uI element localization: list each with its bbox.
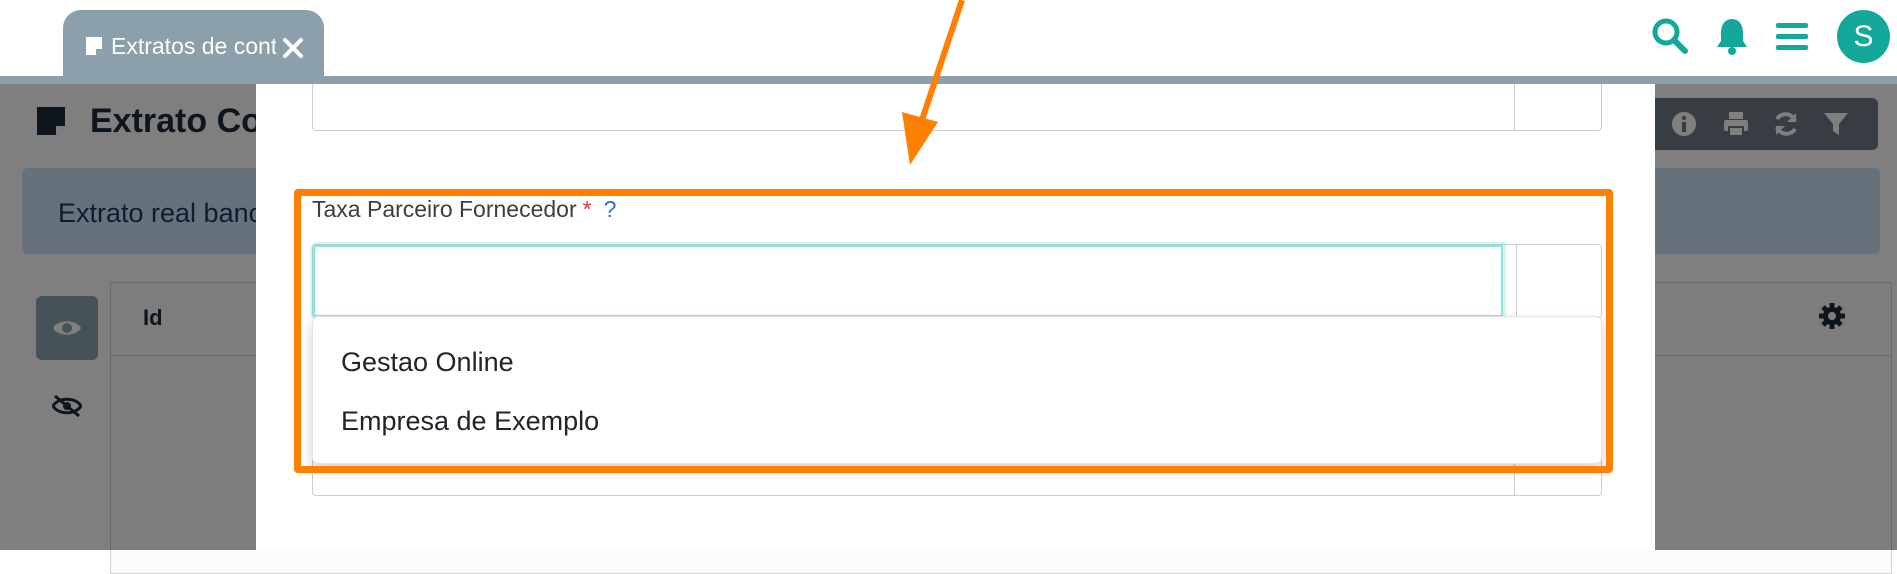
- field-label-text: Taxa Parceiro Fornecedor: [312, 196, 577, 222]
- dropdown-option-empresa-de-exemplo[interactable]: Empresa de Exemplo: [341, 406, 599, 437]
- previous-field-addon: [1514, 84, 1601, 130]
- avatar[interactable]: S: [1837, 10, 1890, 63]
- taxa-parceiro-fornecedor-input[interactable]: [313, 245, 1503, 317]
- dropdown-option-gestao-online[interactable]: Gestao Online: [341, 347, 514, 378]
- annotation-arrow: [902, 0, 965, 165]
- input-addon: [1516, 245, 1601, 317]
- bell-icon[interactable]: [1712, 16, 1752, 56]
- help-icon[interactable]: ?: [604, 196, 617, 222]
- required-marker: *: [582, 196, 592, 222]
- close-icon[interactable]: [280, 35, 306, 61]
- note-icon: [86, 37, 102, 55]
- search-icon[interactable]: [1650, 16, 1690, 56]
- menu-icon[interactable]: [1772, 16, 1812, 56]
- field-label: Taxa Parceiro Fornecedor *?: [312, 196, 616, 223]
- tab-label: Extratos de contas: [111, 33, 276, 59]
- dropdown-menu: Gestao Online Empresa de Exemplo: [312, 316, 1602, 464]
- tab-extratos-de-contas[interactable]: Extratos de contas: [63, 10, 324, 84]
- taxa-parceiro-fornecedor-select[interactable]: [312, 244, 1602, 318]
